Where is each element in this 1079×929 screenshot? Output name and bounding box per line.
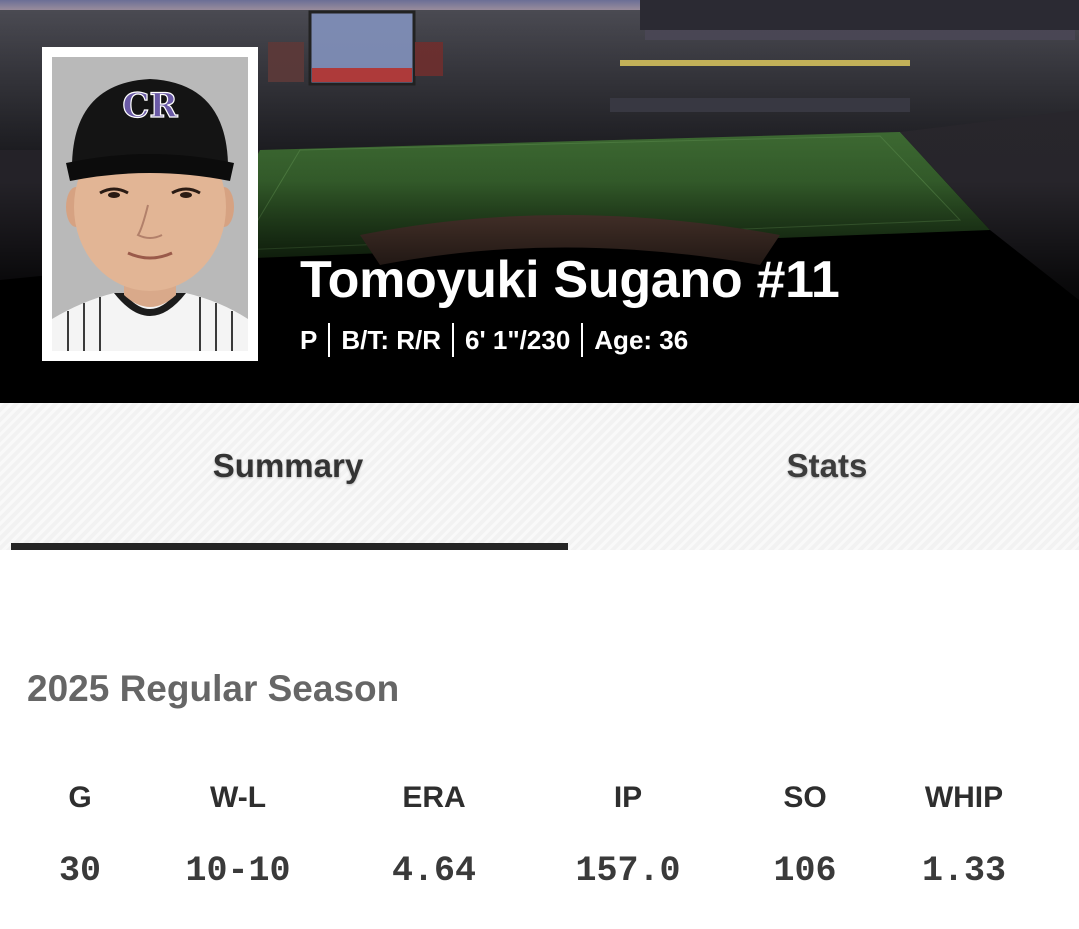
- tab-summary[interactable]: Summary: [18, 403, 558, 550]
- stat-value-whip: 1.33: [921, 851, 1006, 891]
- tab-stats[interactable]: Stats: [557, 403, 1079, 550]
- stat-label-g: G: [68, 781, 92, 814]
- player-name: Tomoyuki Sugano #11: [300, 251, 840, 309]
- stat-label-era: ERA: [402, 781, 466, 814]
- stat-value-ip: 157.0: [575, 851, 681, 891]
- stat-column-w-l: W-L 10-10: [148, 770, 328, 896]
- player-bio-line: P B/T: R/R 6' 1"/230 Age: 36: [300, 322, 688, 358]
- player-headshot: CR: [42, 47, 258, 361]
- season-stats-table: G 30 W-L 10-10 ERA 4.64 IP 157.0 SO 106 …: [0, 770, 1079, 900]
- stat-column-so: SO 106: [715, 770, 895, 896]
- stat-value-era: 4.64: [391, 851, 476, 891]
- stat-column-whip: WHIP 1.33: [874, 770, 1054, 896]
- cap-logo: CR: [122, 86, 178, 126]
- stat-column-ip: IP 157.0: [538, 770, 718, 896]
- player-age: Age: 36: [594, 324, 689, 355]
- stat-value-g: 30: [58, 851, 101, 891]
- stat-value-so: 106: [773, 851, 837, 891]
- player-position: P: [300, 324, 318, 355]
- stat-label-whip: WHIP: [924, 781, 1004, 814]
- stat-label-so: SO: [783, 781, 827, 814]
- season-title: 2025 Regular Season: [27, 668, 400, 709]
- stat-label-w-l: W-L: [209, 781, 267, 814]
- info-divider: [452, 323, 455, 357]
- info-divider: [581, 323, 584, 357]
- stat-column-g: G 30: [0, 770, 170, 896]
- stat-value-w-l: 10-10: [185, 851, 291, 891]
- active-tab-indicator: [11, 543, 568, 550]
- player-bats-throws: B/T: R/R: [341, 324, 442, 355]
- stat-column-era: ERA 4.64: [344, 770, 524, 896]
- stat-label-ip: IP: [613, 781, 643, 814]
- player-header: CR Tomoyuki Sugano #11 P B/T: R/R 6' 1"/…: [0, 0, 1079, 403]
- info-divider: [328, 323, 331, 357]
- player-photo: CR: [52, 57, 248, 351]
- tab-bar: Summary Stats: [0, 403, 1079, 550]
- player-height-weight: 6' 1"/230: [465, 324, 571, 355]
